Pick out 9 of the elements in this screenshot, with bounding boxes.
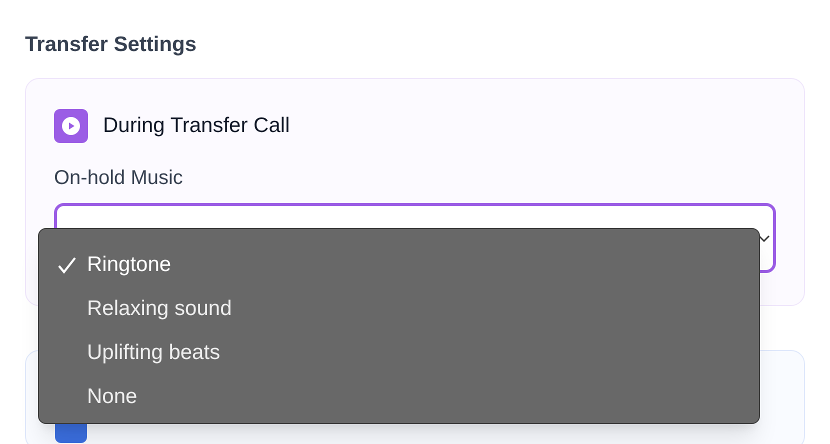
section-title: Transfer Settings (25, 32, 198, 58)
menu-item[interactable]: None (39, 375, 759, 419)
menu-item[interactable]: Uplifting beats (39, 331, 759, 375)
menu-item[interactable]: Relaxing sound (39, 287, 759, 331)
checkmark-icon (57, 256, 77, 274)
play-icon (54, 109, 88, 143)
menu-item[interactable]: Ringtone (39, 243, 759, 287)
card-title: During Transfer Call (103, 113, 290, 140)
field-label: On-hold Music (54, 166, 184, 191)
